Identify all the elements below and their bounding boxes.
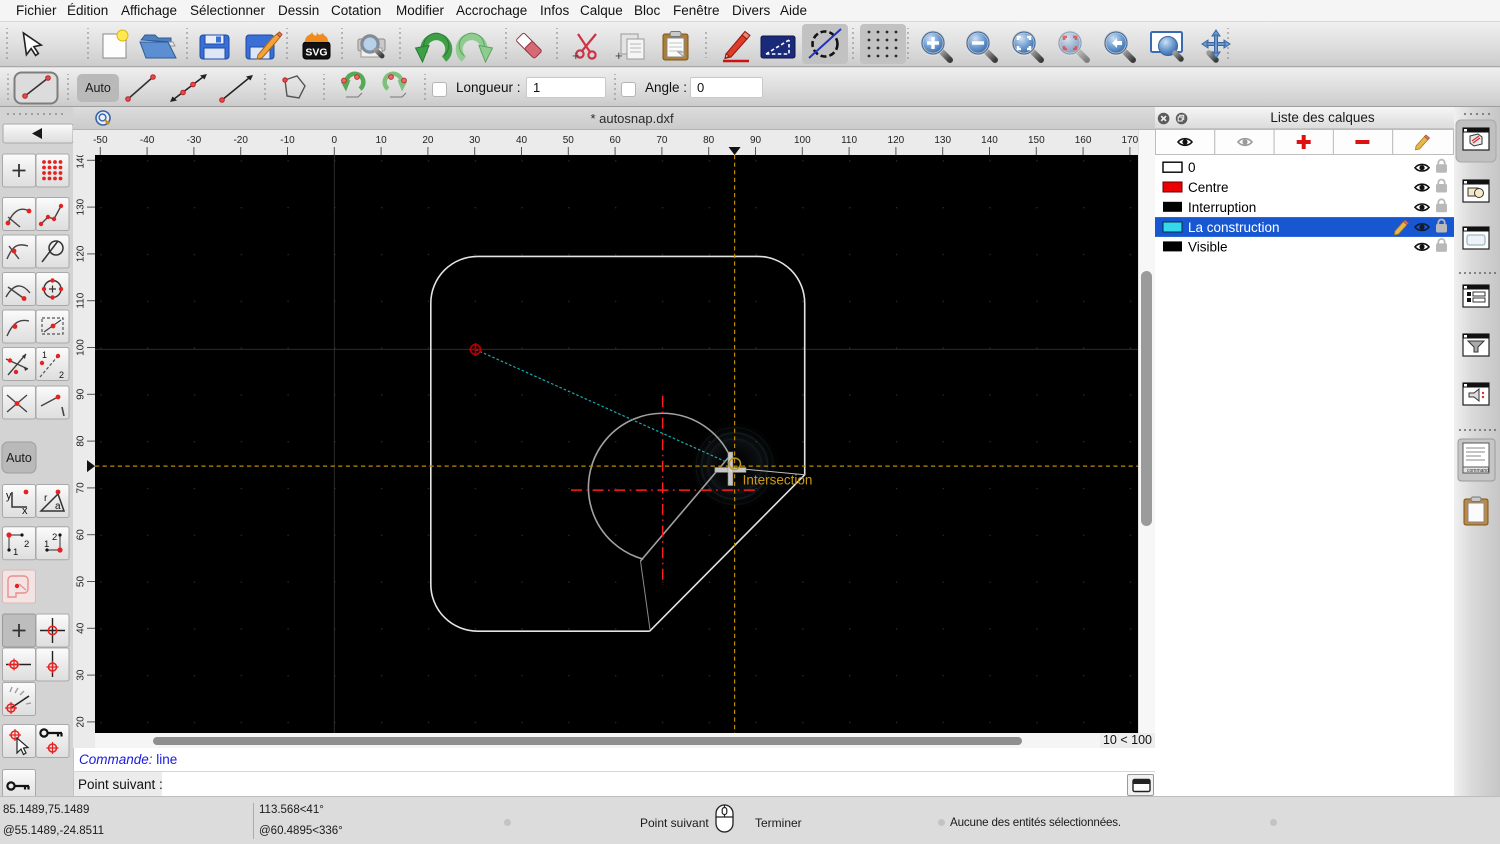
- svg-text:40: 40: [516, 135, 528, 146]
- svg-text:60: 60: [610, 135, 622, 146]
- svg-text:1: 1: [13, 547, 18, 558]
- svg-text:40: 40: [76, 622, 87, 634]
- svg-text:130: 130: [934, 135, 951, 146]
- svg-text:120: 120: [76, 245, 87, 262]
- svg-text:10: 10: [376, 135, 388, 146]
- svg-text:a: a: [55, 501, 61, 512]
- svg-text:Auto: Auto: [6, 451, 32, 465]
- svg-text:20: 20: [76, 716, 87, 728]
- svg-text:50: 50: [563, 135, 575, 146]
- svg-text:1: 1: [42, 350, 47, 360]
- svg-text:-50: -50: [93, 135, 108, 146]
- svg-text:2: 2: [24, 539, 29, 550]
- svg-text:Visible: Visible: [1188, 239, 1228, 254]
- svg-text:30: 30: [76, 669, 87, 681]
- svg-text:1: 1: [44, 539, 49, 550]
- svg-text:80: 80: [76, 435, 87, 447]
- svg-text:-30: -30: [187, 135, 202, 146]
- svg-text:110: 110: [76, 292, 87, 308]
- svg-text:La construction: La construction: [1188, 220, 1280, 235]
- svg-text:120: 120: [888, 135, 905, 146]
- svg-text:170: 170: [1122, 135, 1138, 146]
- svg-text:150: 150: [1028, 135, 1045, 146]
- svg-text:2: 2: [52, 532, 57, 543]
- svg-text:+: +: [615, 48, 623, 63]
- svg-text:2: 2: [59, 370, 64, 380]
- svg-text:Intersection: Intersection: [743, 473, 813, 488]
- svg-text:30: 30: [469, 135, 481, 146]
- svg-text:50: 50: [76, 576, 87, 588]
- svg-text:100: 100: [76, 339, 87, 356]
- svg-text:-20: -20: [233, 135, 248, 146]
- svg-text:70: 70: [656, 135, 668, 146]
- svg-text:60: 60: [76, 529, 87, 541]
- svg-text:140: 140: [981, 135, 998, 146]
- svg-text:110: 110: [841, 135, 857, 146]
- svg-text:140: 140: [76, 155, 87, 169]
- svg-text:130: 130: [76, 198, 87, 215]
- svg-text:70: 70: [76, 482, 87, 494]
- svg-text:-40: -40: [140, 135, 155, 146]
- svg-text:Centre: Centre: [1188, 180, 1229, 195]
- svg-text:90: 90: [76, 388, 87, 400]
- svg-text:90: 90: [750, 135, 762, 146]
- svg-text:0: 0: [332, 135, 338, 146]
- svg-text:0: 0: [1188, 160, 1196, 175]
- svg-text:+: +: [572, 48, 580, 63]
- svg-text:Interruption: Interruption: [1188, 200, 1256, 215]
- svg-text:y: y: [6, 490, 12, 502]
- svg-text:160: 160: [1075, 135, 1092, 146]
- svg-text:80: 80: [703, 135, 715, 146]
- svg-text:SVG: SVG: [305, 47, 327, 59]
- svg-text:20: 20: [422, 135, 434, 146]
- svg-text:-10: -10: [280, 135, 295, 146]
- svg-text:command: command: [1467, 468, 1489, 474]
- svg-text:100: 100: [794, 135, 811, 146]
